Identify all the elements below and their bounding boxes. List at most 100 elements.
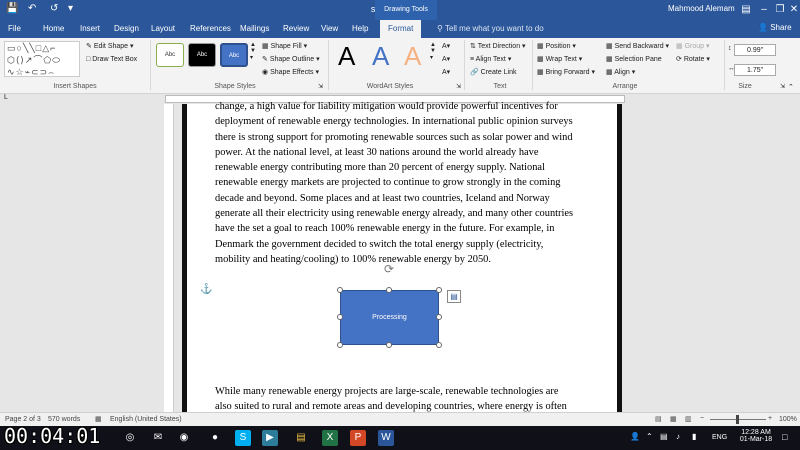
shape-height-icon: ↕ xyxy=(728,45,732,52)
powerpoint-icon[interactable]: P xyxy=(350,430,366,446)
resize-handle[interactable] xyxy=(337,287,343,293)
resize-handle[interactable] xyxy=(337,314,343,320)
cortana-icon[interactable]: ◎ xyxy=(122,430,138,446)
text-line: there is strong support for promoting re… xyxy=(215,131,573,143)
bring-forward-button[interactable]: ▦ Bring Forward ▾ xyxy=(537,68,595,76)
wordart-scroll-icon[interactable]: ▲ ▼ ▾ xyxy=(430,42,436,61)
text-fill-icon[interactable]: A▾ xyxy=(442,42,450,50)
shape-height-field[interactable]: 0.99" xyxy=(734,44,776,56)
word-count[interactable]: 570 words xyxy=(48,416,80,423)
anchor-icon[interactable]: ⚓ xyxy=(200,284,212,295)
document-paragraph[interactable]: While many renewable energy projects are… xyxy=(215,384,591,415)
skype-icon[interactable]: S xyxy=(235,430,251,446)
wordart-style-black[interactable]: A xyxy=(338,41,355,72)
create-link-button[interactable]: 🔗 Create Link xyxy=(470,68,516,76)
tab-design[interactable]: Design xyxy=(114,24,139,33)
resize-handle[interactable] xyxy=(386,342,392,348)
tab-view[interactable]: View xyxy=(321,24,338,33)
battery-icon[interactable]: ▮ xyxy=(692,432,696,441)
volume-icon[interactable]: ♪ xyxy=(676,432,680,441)
resize-handle[interactable] xyxy=(436,287,442,293)
tab-review[interactable]: Review xyxy=(283,24,309,33)
shape-width-field[interactable]: 1.75" xyxy=(734,64,776,76)
resize-handle[interactable] xyxy=(386,287,392,293)
wrap-text-button[interactable]: ▦ Wrap Text ▾ xyxy=(537,55,582,63)
zoom-level[interactable]: 100% xyxy=(779,416,797,423)
selection-pane-button[interactable]: ▦ Selection Pane xyxy=(606,55,662,63)
page-count[interactable]: Page 2 of 3 xyxy=(5,416,41,423)
shape-outline-button[interactable]: ✎ Shape Outline ▾ xyxy=(262,55,320,63)
shape-text[interactable]: Processing xyxy=(372,314,407,321)
size-launcher-icon[interactable]: ⇲ xyxy=(780,83,785,90)
network-icon[interactable]: ▤ xyxy=(660,432,668,441)
layout-options-icon[interactable]: ▤ xyxy=(447,290,461,303)
align-text-button[interactable]: ≡ Align Text ▾ xyxy=(470,55,511,63)
tab-insert[interactable]: Insert xyxy=(80,24,100,33)
processing-shape[interactable]: Processing xyxy=(340,290,439,345)
clock-time: 12:28 AM xyxy=(741,429,771,436)
tab-home[interactable]: Home xyxy=(43,24,64,33)
tab-mailings[interactable]: Mailings xyxy=(240,24,269,33)
tab-format[interactable]: Format xyxy=(380,20,422,38)
read-mode-icon[interactable]: ▤ xyxy=(655,415,662,423)
wordart-style-orange[interactable]: A xyxy=(404,41,421,72)
tab-selector-icon[interactable]: L xyxy=(4,94,8,101)
clock[interactable]: 12:28 AM 01-Mar-18 xyxy=(736,429,776,443)
mail-icon[interactable]: ✉ xyxy=(150,430,166,446)
shape-style-swatch-white[interactable]: Abc xyxy=(156,43,184,67)
rotate-label: Rotate xyxy=(683,56,705,63)
text-outline-icon[interactable]: A▾ xyxy=(442,55,450,63)
tab-file[interactable]: File xyxy=(8,24,21,33)
position-button[interactable]: ▦ Position ▾ xyxy=(537,42,576,50)
wordart-launcher-icon[interactable]: ⇲ xyxy=(456,83,461,90)
tray-expand-icon[interactable]: ⌃ xyxy=(646,432,653,441)
media-icon[interactable]: ▶ xyxy=(262,430,278,446)
shape-effects-button[interactable]: ◉ Shape Effects ▾ xyxy=(262,68,319,76)
share-button[interactable]: 👤 Share xyxy=(758,23,792,32)
document-paragraph[interactable]: change, a high value for liability mitig… xyxy=(215,99,591,267)
word-icon[interactable]: W xyxy=(378,430,394,446)
resize-handle[interactable] xyxy=(337,342,343,348)
notifications-icon[interactable]: □ xyxy=(782,432,787,442)
tell-me-search[interactable]: ⚲ Tell me what you want to do xyxy=(437,24,544,33)
vertical-ruler[interactable] xyxy=(164,104,174,412)
send-backward-button[interactable]: ▦ Send Backward ▾ xyxy=(606,42,669,50)
resize-handle[interactable] xyxy=(436,314,442,320)
draw-text-box-button[interactable]: □ Draw Text Box xyxy=(86,56,137,63)
firefox-icon[interactable]: ● xyxy=(207,430,223,446)
shape-fill-button[interactable]: ▦ Shape Fill ▾ xyxy=(262,42,307,50)
camera-icon[interactable]: ◉ xyxy=(176,430,192,446)
tab-help[interactable]: Help xyxy=(352,24,368,33)
shape-style-swatch-black[interactable]: Abc xyxy=(188,43,216,67)
group-separator xyxy=(532,40,533,90)
text-effects-icon[interactable]: A▾ xyxy=(442,68,450,76)
resize-handle[interactable] xyxy=(436,342,442,348)
language[interactable]: English (United States) xyxy=(110,416,182,423)
zoom-out-icon[interactable]: − xyxy=(700,415,704,422)
user-name[interactable]: Mahmood Alemam xyxy=(668,4,735,13)
people-icon[interactable]: 👤 xyxy=(630,432,640,441)
zoom-in-icon[interactable]: + xyxy=(768,415,772,422)
shape-styles-launcher-icon[interactable]: ⇲ xyxy=(318,83,323,90)
align-button[interactable]: ▦ Align ▾ xyxy=(606,68,635,76)
close-button[interactable]: ✕ xyxy=(786,2,800,18)
web-layout-icon[interactable]: ▥ xyxy=(685,415,692,423)
shape-styles-scroll-icon[interactable]: ▲ ▼ ▾ xyxy=(250,42,256,61)
print-layout-icon[interactable]: ▦ xyxy=(670,415,677,423)
excel-icon[interactable]: X xyxy=(322,430,338,446)
shapes-gallery[interactable]: ▭○╲╲□△⌐ ⬡⟨⟩↗⌒⬠⬭ ∿☆⌁⊂⊃⌢ xyxy=(4,41,80,77)
rotate-button[interactable]: ⟳ Rotate ▾ xyxy=(676,55,710,63)
zoom-slider-thumb[interactable] xyxy=(736,415,739,424)
tab-references[interactable]: References xyxy=(190,24,231,33)
minimize-button[interactable]: – xyxy=(756,2,772,18)
collapse-ribbon-icon[interactable]: ⌃ xyxy=(788,83,794,91)
text-direction-button[interactable]: ⇅ Text Direction ▾ xyxy=(470,42,526,50)
input-language[interactable]: ENG xyxy=(712,434,727,441)
wordart-style-blue[interactable]: A xyxy=(372,41,389,72)
proofing-icon[interactable]: ▦ xyxy=(95,415,102,423)
file-explorer-icon[interactable]: ▤ xyxy=(293,430,309,446)
ribbon-display-options-icon[interactable]: ▤ xyxy=(738,2,754,18)
edit-shape-button[interactable]: ✎ Edit Shape ▾ xyxy=(86,42,134,50)
tab-layout[interactable]: Layout xyxy=(151,24,175,33)
shape-style-swatch-blue[interactable]: Abc xyxy=(220,43,248,67)
